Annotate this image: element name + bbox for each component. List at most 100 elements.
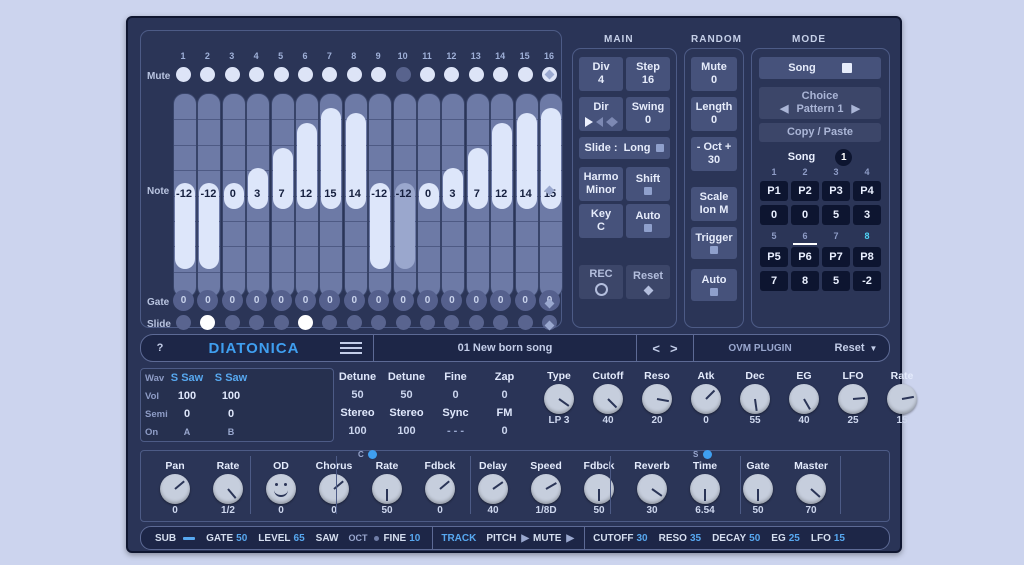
slide-dot-11[interactable]	[420, 315, 435, 330]
mute-dot-6[interactable]	[298, 67, 313, 82]
knob-dial[interactable]	[372, 474, 402, 504]
status-decay-value[interactable]: 50	[749, 533, 760, 544]
slide-dot-12[interactable]	[444, 315, 460, 330]
pattern-value-P8[interactable]: -2	[853, 271, 881, 291]
random-trigger-button[interactable]: Trigger	[691, 227, 737, 259]
slide-dot-10[interactable]	[395, 315, 411, 330]
random-scale-button[interactable]: Scale Ion M	[691, 187, 737, 221]
pattern-value-P5[interactable]: 7	[760, 271, 788, 291]
mute-dot-13[interactable]	[468, 67, 484, 82]
osc-a-wav[interactable]: S Saw	[165, 369, 209, 387]
osc-b-wav[interactable]: S Saw	[209, 369, 253, 387]
status-level-value[interactable]: 65	[294, 533, 305, 544]
knob-reso-2[interactable]: Reso 20	[634, 370, 680, 426]
knob-reverb-9[interactable]: Reverb 30	[629, 460, 675, 516]
status-saw-label[interactable]: SAW	[316, 533, 339, 544]
pattern-value-P6[interactable]: 8	[791, 271, 819, 291]
pattern-slot-P7[interactable]: P7	[822, 247, 850, 267]
song-toggle-button[interactable]: Song	[759, 57, 881, 79]
mute-dot-10[interactable]	[395, 67, 411, 82]
pattern-slot-P6[interactable]: P6	[791, 247, 819, 267]
knob-dial[interactable]	[691, 384, 721, 414]
sub-level-indicator[interactable]	[183, 536, 196, 540]
gate-cell-7[interactable]: 0	[319, 290, 341, 311]
gate-cell-15[interactable]: 0	[514, 290, 536, 311]
stereo-b-value[interactable]: 100	[382, 422, 431, 440]
knob-dial[interactable]	[642, 384, 672, 414]
step-button[interactable]: Step 16	[626, 57, 670, 91]
gate-cell-1[interactable]: 0	[173, 290, 194, 311]
knob-dial[interactable]	[425, 474, 455, 504]
knob-atk-3[interactable]: Atk 0	[683, 370, 729, 426]
random-auto-button[interactable]: Auto	[691, 269, 737, 301]
slide-dot-13[interactable]	[468, 315, 484, 330]
gate-cell-9[interactable]: 0	[368, 290, 390, 311]
knob-dial[interactable]	[743, 474, 773, 504]
gate-cell-5[interactable]: 0	[270, 290, 292, 311]
random-length-button[interactable]: Length 0	[691, 97, 737, 131]
status-mute-label[interactable]: MUTE	[533, 533, 561, 544]
knob-dec-4[interactable]: Dec 55	[732, 370, 778, 426]
gate-cell-13[interactable]: 0	[465, 290, 487, 311]
osc-a-vol[interactable]: 100	[165, 387, 209, 405]
swing-button[interactable]: Swing 0	[626, 97, 670, 131]
slide-dot-14[interactable]	[493, 315, 509, 330]
gate-cell-3[interactable]: 0	[221, 290, 243, 311]
mute-dot-12[interactable]	[444, 67, 460, 82]
dir-button[interactable]: Dir	[579, 97, 623, 131]
choice-next-icon[interactable]: ▶	[852, 103, 860, 116]
knob-dial[interactable]	[690, 474, 720, 504]
knob-speed-7[interactable]: Speed 1/8D	[523, 460, 569, 516]
mute-dot-14[interactable]	[493, 67, 509, 82]
mute-dot-4[interactable]	[249, 67, 265, 82]
status-gate-value[interactable]: 50	[236, 533, 247, 544]
pattern-slot-P4[interactable]: P4	[853, 181, 881, 201]
pattern-value-P4[interactable]: 3	[853, 205, 881, 225]
status-track-label[interactable]: TRACK	[441, 533, 476, 544]
pattern-value-P3[interactable]: 5	[822, 205, 850, 225]
gate-cell-10[interactable]: 0	[392, 290, 414, 311]
knob-dial[interactable]	[319, 474, 349, 504]
mute-dot-1[interactable]	[176, 67, 191, 82]
knob-cutoff-1[interactable]: Cutoff 40	[585, 370, 631, 426]
knob-dial[interactable]	[838, 384, 868, 414]
slide-dot-1[interactable]	[176, 315, 191, 330]
help-button[interactable]: ?	[141, 335, 179, 361]
pattern-slot-P2[interactable]: P2	[791, 181, 819, 201]
copy-paste-button[interactable]: Copy / Paste	[759, 123, 881, 142]
harmo-button[interactable]: Harmo Minor	[579, 167, 623, 201]
status-reso-value[interactable]: 35	[690, 533, 701, 544]
speed-sync-indicator[interactable]	[703, 450, 712, 459]
slide-dot-7[interactable]	[322, 315, 338, 330]
knob-dial[interactable]	[160, 474, 190, 504]
reset-button[interactable]: Reset	[626, 265, 670, 299]
knob-rate-1[interactable]: Rate 1/2	[205, 460, 251, 516]
knob-delay-6[interactable]: Delay 40	[470, 460, 516, 516]
knob-master-12[interactable]: Master 70	[788, 460, 834, 516]
knob-dial[interactable]	[544, 384, 574, 414]
knob-gate-11[interactable]: Gate 50	[735, 460, 781, 516]
fine-value[interactable]: 0	[431, 386, 480, 404]
stereo-a-value[interactable]: 100	[333, 422, 382, 440]
slide-dot-8[interactable]	[346, 315, 362, 330]
mute-dot-5[interactable]	[273, 67, 289, 82]
pattern-value-P1[interactable]: 0	[760, 205, 788, 225]
mute-dot-3[interactable]	[224, 67, 240, 82]
detune-b-value[interactable]: 50	[382, 386, 431, 404]
key-button[interactable]: Key C	[579, 204, 623, 238]
osc-b-vol[interactable]: 100	[209, 387, 253, 405]
knob-lfo-6[interactable]: LFO 25	[830, 370, 876, 426]
random-mute-button[interactable]: Mute 0	[691, 57, 737, 91]
gate-cell-14[interactable]: 0	[490, 290, 512, 311]
gate-cell-12[interactable]: 0	[441, 290, 463, 311]
status-sub-label[interactable]: SUB	[155, 533, 176, 544]
auto-button[interactable]: Auto	[626, 204, 670, 238]
slide-dot-4[interactable]	[249, 315, 265, 330]
preset-next-button[interactable]: >	[670, 341, 678, 356]
mute-dot-2[interactable]	[200, 67, 216, 82]
knob-dial[interactable]	[478, 474, 508, 504]
status-lfo-value[interactable]: 15	[834, 533, 845, 544]
osc-a-semi[interactable]: 0	[165, 405, 209, 423]
gate-cell-6[interactable]: 0	[295, 290, 316, 311]
knob-chorus-3[interactable]: Chorus 0	[311, 460, 357, 516]
